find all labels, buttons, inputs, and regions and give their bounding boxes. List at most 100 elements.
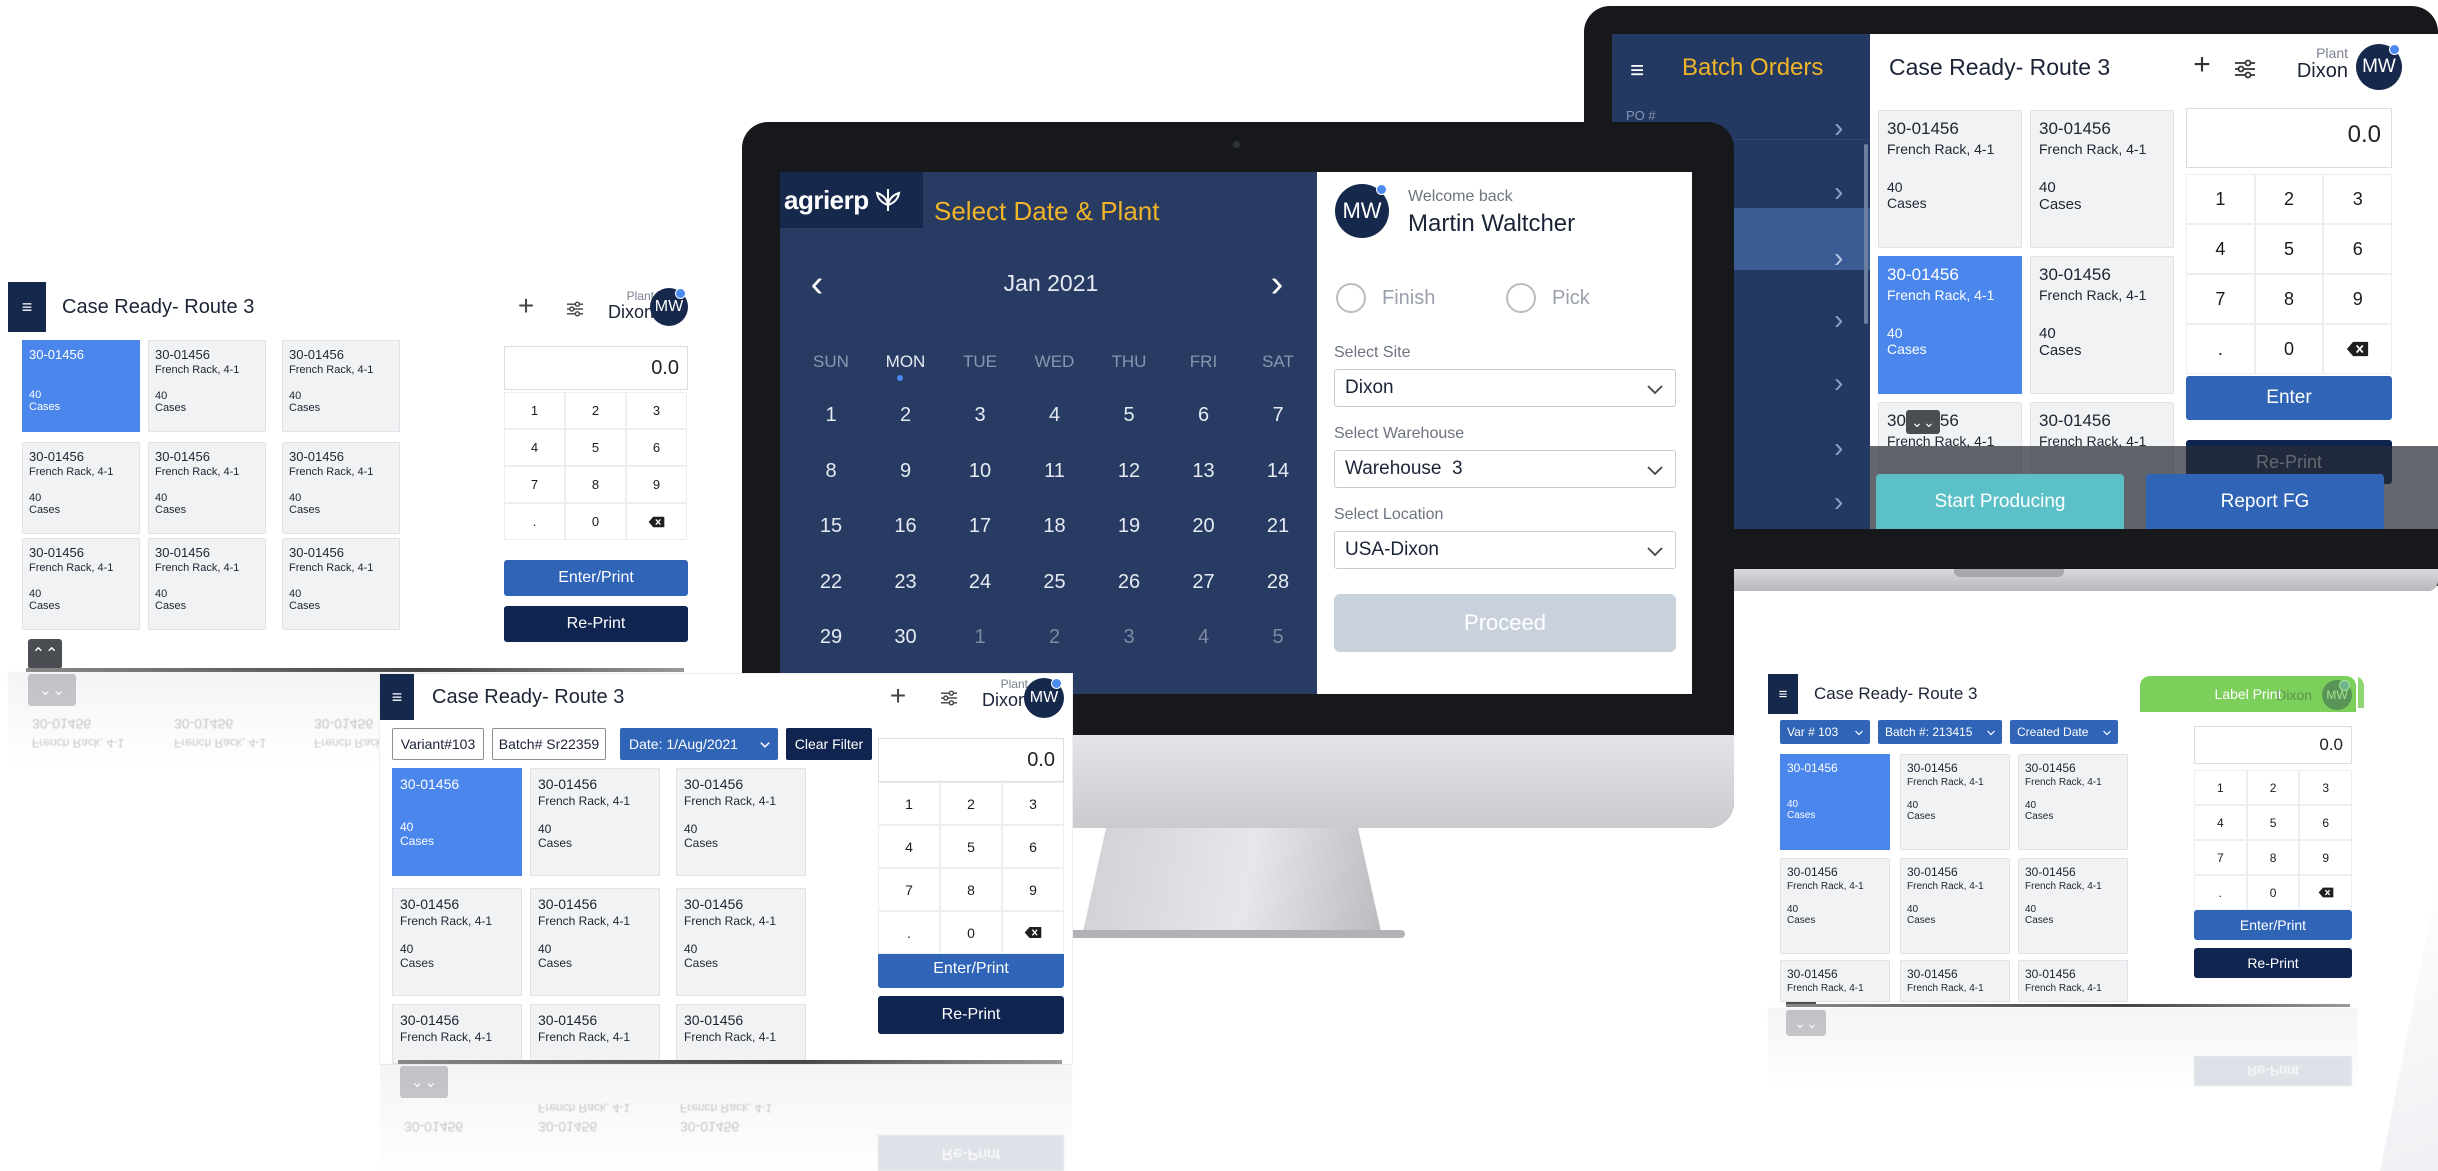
tile-card[interactable]: 30-01456 French Rack, 4-1 40 Cases <box>282 442 400 534</box>
keypad-key-8[interactable]: 8 <box>565 466 626 503</box>
calendar-day[interactable]: 19 <box>1092 515 1166 538</box>
calendar-day[interactable]: 29 <box>794 626 868 649</box>
avatar[interactable]: MW <box>650 288 688 326</box>
avatar[interactable]: MW <box>2356 44 2402 90</box>
keypad-key-decimal[interactable]: . <box>2194 875 2247 910</box>
keypad-key-9[interactable]: 9 <box>1002 868 1064 911</box>
chevron-right-icon[interactable]: › <box>1834 112 1843 144</box>
calendar-day[interactable]: 5 <box>1241 626 1315 649</box>
keypad-key-8[interactable]: 8 <box>940 868 1002 911</box>
enter-print-button[interactable]: Enter/Print <box>878 950 1064 988</box>
chevron-right-icon[interactable]: › <box>1262 263 1292 305</box>
keypad-key-7[interactable]: 7 <box>2186 274 2255 324</box>
reprint-button[interactable]: Re-Print <box>504 606 688 642</box>
keypad-key-5[interactable]: 5 <box>565 429 626 466</box>
chevron-right-icon[interactable]: › <box>1834 242 1843 274</box>
backspace-icon[interactable] <box>1002 911 1064 954</box>
calendar-day[interactable]: 10 <box>943 460 1017 483</box>
calendar-day[interactable]: 18 <box>1018 515 1092 538</box>
calendar-day[interactable]: 26 <box>1092 571 1166 594</box>
calendar-day[interactable]: 23 <box>869 571 943 594</box>
calendar-day[interactable]: 27 <box>1167 571 1241 594</box>
keypad-key-decimal[interactable]: . <box>2186 324 2255 374</box>
start-producing-button[interactable]: Start Producing <box>1876 474 2124 529</box>
calendar-day[interactable]: 2 <box>869 404 943 427</box>
calendar-day[interactable]: 12 <box>1092 460 1166 483</box>
variant-filter[interactable]: Variant#103 <box>392 728 484 760</box>
reprint-button[interactable]: Re-Print <box>878 996 1064 1034</box>
pick-radio[interactable]: Pick <box>1506 283 1590 313</box>
enter-button[interactable]: Enter <box>2186 376 2392 420</box>
tile-card[interactable]: 30-01456 French Rack, 4-1 40 Cases <box>148 538 266 630</box>
keypad-key-2[interactable]: 2 <box>2246 770 2300 805</box>
calendar-day[interactable]: 25 <box>1018 571 1092 594</box>
tile-card[interactable]: 30-01456 French Rack, 4-1 40 Cases <box>530 768 660 876</box>
tile-card-selected[interactable]: 30-01456 40 Cases <box>392 768 522 876</box>
keypad-key-2[interactable]: 2 <box>2254 174 2324 224</box>
tile-card[interactable]: 30-01456 French Rack, 4-1 <box>1900 960 2010 1002</box>
proceed-button[interactable]: Proceed <box>1334 594 1676 652</box>
clear-filter-button[interactable]: Clear Filter <box>786 728 872 760</box>
calendar-day[interactable]: 3 <box>943 404 1017 427</box>
reprint-button[interactable]: Re-Print <box>2194 948 2352 978</box>
tile-card[interactable]: 30-01456 French Rack, 4-1 40 Cases <box>2030 110 2174 248</box>
keypad-key-1[interactable]: 1 <box>2186 174 2255 224</box>
tile-card-selected[interactable]: 30-01456 French Rack, 4-1 40 Cases <box>1878 256 2022 394</box>
calendar-day[interactable]: 22 <box>794 571 868 594</box>
calendar-day[interactable]: 11 <box>1018 460 1092 483</box>
calendar-day[interactable]: 7 <box>1241 404 1315 427</box>
keypad-key-4[interactable]: 4 <box>2194 805 2247 840</box>
plus-icon[interactable]: + <box>2187 48 2217 81</box>
tile-card[interactable]: 30-01456 French Rack, 4-1 40 Cases <box>1878 110 2022 248</box>
variant-filter[interactable]: Var # 103 <box>1780 720 1870 744</box>
hamburger-icon[interactable]: ≡ <box>1768 674 1798 714</box>
tile-card-selected[interactable]: 30-01456 40 Cases <box>1780 754 1890 850</box>
keypad-key-3[interactable]: 3 <box>1002 782 1064 825</box>
keypad-key-7[interactable]: 7 <box>2194 840 2247 875</box>
tile-card[interactable]: 30-01456 French Rack, 4-1 40 Cases <box>2018 754 2128 850</box>
backspace-icon[interactable] <box>626 503 687 540</box>
plus-icon[interactable]: + <box>512 290 540 321</box>
keypad-key-9[interactable]: 9 <box>2323 274 2393 324</box>
calendar-day[interactable]: 15 <box>794 515 868 538</box>
keypad-key-4[interactable]: 4 <box>2186 224 2255 274</box>
keypad-key-6[interactable]: 6 <box>2299 805 2353 840</box>
hamburger-icon[interactable]: ≡ <box>1622 56 1652 86</box>
tile-card[interactable]: 30-01456 French Rack, 4-1 40 Cases <box>22 442 140 534</box>
tile-card[interactable]: 30-01456 French Rack, 4-1 40 Cases <box>676 768 806 876</box>
tile-card[interactable]: 30-01456 French Rack, 4-1 <box>530 1004 660 1064</box>
keypad-key-2[interactable]: 2 <box>940 782 1002 825</box>
calendar-day[interactable]: 9 <box>869 460 943 483</box>
calendar-day[interactable]: 6 <box>1167 404 1241 427</box>
report-fg-button[interactable]: Report FG <box>2146 474 2384 529</box>
calendar-day[interactable]: 1 <box>943 626 1017 649</box>
plant-selector[interactable]: Plant Dixon <box>2260 46 2348 82</box>
keypad-key-1[interactable]: 1 <box>878 782 940 825</box>
avatar[interactable]: MW <box>2322 680 2352 710</box>
tile-card[interactable]: 30-01456 French Rack, 4-1 40 Cases <box>148 340 266 432</box>
tile-card-selected[interactable]: 30-01456 40 Cases <box>22 340 140 432</box>
batch-filter[interactable]: Batch #: 213415 <box>1878 720 2002 744</box>
tile-card[interactable]: 30-01456 French Rack, 4-1 40 Cases <box>2030 256 2174 394</box>
created-date-filter[interactable]: Created Date <box>2010 720 2118 744</box>
chevron-left-icon[interactable]: ‹ <box>802 263 832 305</box>
tile-card[interactable]: 30-01456 French Rack, 4-1 40 Cases <box>2018 858 2128 954</box>
avatar[interactable]: MW <box>1024 678 1064 718</box>
calendar-day[interactable]: 24 <box>943 571 1017 594</box>
keypad-key-9[interactable]: 9 <box>626 466 687 503</box>
keypad-key-2[interactable]: 2 <box>565 392 626 429</box>
tile-card[interactable]: 30-01456 French Rack, 4-1 40 Cases <box>148 442 266 534</box>
calendar-day[interactable]: 28 <box>1241 571 1315 594</box>
calendar-day[interactable]: 5 <box>1092 404 1166 427</box>
calendar-day[interactable]: 30 <box>869 626 943 649</box>
keypad-key-decimal[interactable]: . <box>878 911 940 954</box>
avatar[interactable]: MW <box>1335 184 1389 238</box>
tile-card[interactable]: 30-01456 French Rack, 4-1 40 Cases <box>1780 858 1890 954</box>
calendar-day[interactable]: 1 <box>794 404 868 427</box>
keypad-key-1[interactable]: 1 <box>504 392 565 429</box>
calendar-day[interactable]: 20 <box>1167 515 1241 538</box>
plant-selector[interactable]: Plant Dixon <box>578 290 654 321</box>
tile-card[interactable]: 30-01456 French Rack, 4-1 40 Cases <box>392 888 522 996</box>
keypad-key-6[interactable]: 6 <box>626 429 687 466</box>
keypad-key-5[interactable]: 5 <box>2254 224 2324 274</box>
